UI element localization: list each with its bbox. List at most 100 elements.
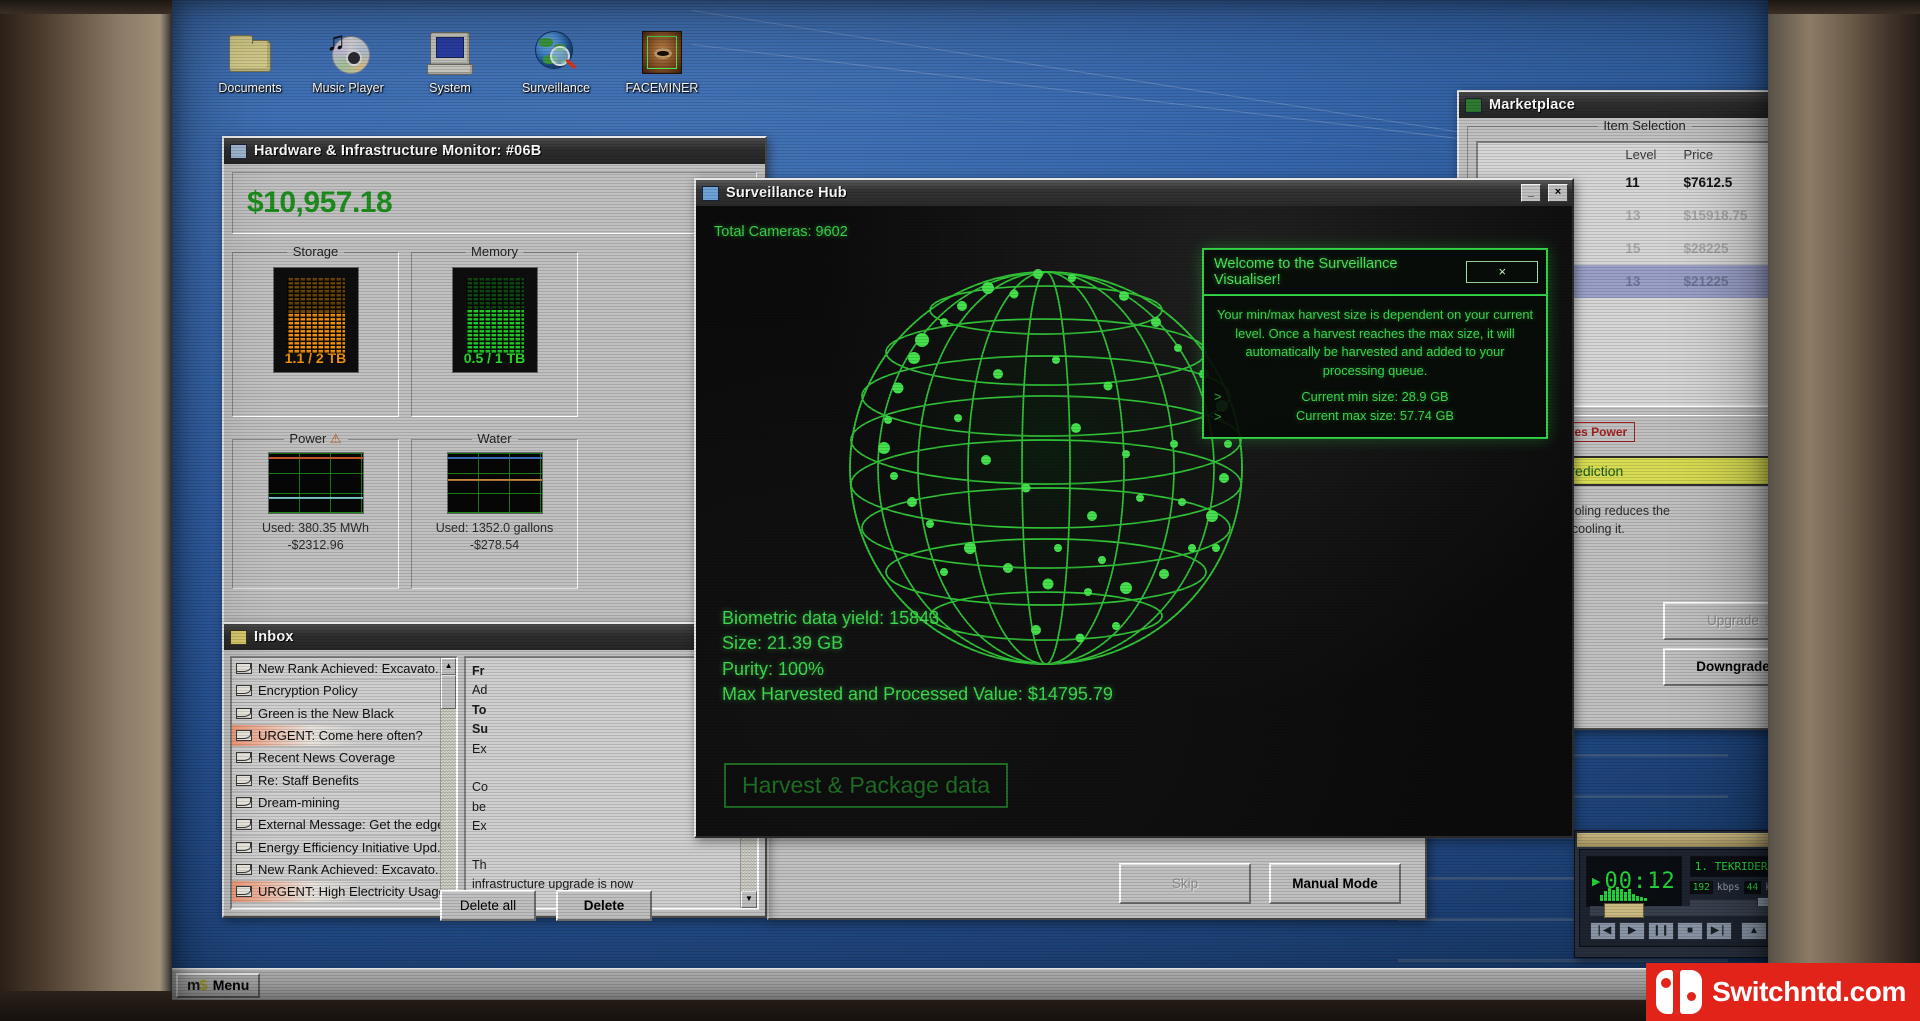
row-price: $28225 <box>1682 232 1768 265</box>
inbox-window[interactable]: Inbox New Rank Achieved: Excavato... Enc… <box>222 622 767 918</box>
list-item[interactable]: URGENT: High Electricity Usage <box>232 881 440 903</box>
mail-items: New Rank Achieved: Excavato... Encryptio… <box>232 658 440 908</box>
resource-row-1: Storage 1.1 / 2 TB Memory 0.5 / 1 TB <box>232 252 757 417</box>
desktop-icon-label: Documents <box>202 81 298 95</box>
mail-list[interactable]: New Rank Achieved: Excavato... Encryptio… <box>230 656 458 910</box>
inbox-icon <box>230 630 247 645</box>
list-item[interactable]: New Rank Achieved: Excavato... <box>232 859 440 881</box>
desktop-icon-surveillance[interactable]: Surveillance <box>508 30 604 95</box>
pause-button[interactable]: ❙❙ <box>1648 922 1674 940</box>
amp-transport-controls: ❘◀ ▶ ❙❙ ■ ▶❘ ▲ SHUFFLE REP <box>1590 922 1768 940</box>
delete-button[interactable]: Delete <box>556 890 652 921</box>
scroll-track[interactable] <box>441 709 456 891</box>
envelope-icon <box>236 797 252 808</box>
desktop-icon-documents[interactable]: Documents <box>202 30 298 95</box>
delete-all-button[interactable]: Delete all <box>440 890 536 921</box>
memory-label: Memory <box>465 244 524 259</box>
hardware-monitor-titlebar[interactable]: Hardware & Infrastructure Monitor: #06B <box>224 138 765 164</box>
stop-button[interactable]: ■ <box>1677 922 1703 940</box>
screenshot-root: Documents ♫ Music Player System Surveill… <box>0 0 1920 1021</box>
inbox-scrollbar[interactable]: ▲ ▼ <box>440 658 456 908</box>
previous-button[interactable]: ❘◀ <box>1590 922 1616 940</box>
music-player-titlebar[interactable]: _ ■ × <box>1577 833 1768 847</box>
scroll-thumb[interactable] <box>441 675 456 709</box>
warning-icon: ⚠ <box>330 431 342 446</box>
surveillance-hub-titlebar[interactable]: Surveillance Hub _ × <box>696 180 1572 206</box>
seek-slider[interactable] <box>1590 906 1768 916</box>
next-button[interactable]: ▶❘ <box>1706 922 1732 940</box>
amp-equalizer <box>1600 883 1768 901</box>
memory-value: 0.5 / 1 TB <box>453 350 537 366</box>
monitor-screen: Documents ♫ Music Player System Surveill… <box>172 0 1768 1000</box>
envelope-icon <box>236 775 252 786</box>
skip-button[interactable]: Skip <box>1119 863 1251 904</box>
eye-scan-icon <box>638 30 686 76</box>
desktop-icon-music-player[interactable]: ♫ Music Player <box>300 30 396 95</box>
mail-subject: Recent News Coverage <box>258 750 395 765</box>
stat-biometric-yield: Biometric data yield: 15843 <box>722 606 1113 632</box>
downgrade-button[interactable]: Downgrade ⇩ <box>1663 648 1768 686</box>
power-graph <box>268 452 364 514</box>
list-item[interactable]: URGENT: Come here often? <box>232 725 440 747</box>
close-button[interactable]: × <box>1548 184 1568 202</box>
list-item[interactable]: Dream-mining <box>232 792 440 814</box>
mail-subject: Encryption Policy <box>258 683 358 698</box>
manual-mode-button[interactable]: Manual Mode <box>1269 863 1401 904</box>
play-button[interactable]: ▶ <box>1619 922 1645 940</box>
field-address: Ad <box>472 683 487 697</box>
mail-subject: Re: Staff Benefits <box>258 773 359 788</box>
power-line-red <box>269 457 363 459</box>
row-level: 13 <box>1623 265 1681 298</box>
col-price: Price <box>1682 143 1768 166</box>
amp-track-title: 1. TEKRIDER - WORKLIFE <3:48> <box>1690 856 1768 877</box>
balance-bar: $10,957.18 Lev 175 <box>232 172 757 234</box>
music-player-window[interactable]: _ ■ × ▶ 00:12 1. TEKRIDER - WORKLIFE <3:… <box>1574 830 1768 958</box>
eject-button[interactable]: ▲ <box>1741 922 1767 940</box>
list-item[interactable]: External Message: Get the edge... <box>232 814 440 836</box>
welcome-dialog[interactable]: Welcome to the Surveillance Visualiser! … <box>1202 248 1548 439</box>
row-level: 13 <box>1623 199 1681 232</box>
field-from: Fr <box>472 664 485 678</box>
list-item[interactable]: Encryption Policy <box>232 680 440 702</box>
start-menu-button[interactable]: mm$$ Menu <box>176 973 260 998</box>
menu-label: Menu <box>213 977 250 993</box>
mail-subject: Energy Efficiency Initiative Upd... <box>258 840 440 855</box>
surveillance-hub-window[interactable]: Surveillance Hub _ × Total Cameras: 9602 <box>694 178 1574 838</box>
list-item[interactable]: Green is the New Black <box>232 703 440 725</box>
envelope-icon <box>236 663 252 674</box>
list-item[interactable]: Re: Staff Benefits <box>232 769 440 791</box>
caret-2: > <box>1214 407 1222 427</box>
monitor-icon <box>230 144 247 159</box>
row-level: 11 <box>1623 166 1681 199</box>
os-logo-icon: mm$$ <box>187 977 207 994</box>
minimize-button[interactable]: _ <box>1521 184 1541 202</box>
scroll-down-arrow[interactable]: ▼ <box>741 891 757 908</box>
marketplace-titlebar[interactable]: Marketplace 🔊 <box>1459 92 1768 118</box>
body-line-2: be <box>472 800 486 814</box>
table-header-row: Level Price <box>1478 143 1768 166</box>
memory-bars <box>466 278 524 354</box>
list-item[interactable]: New Rank Achieved: Excavato... <box>232 658 440 680</box>
hardware-monitor-body: $10,957.18 Lev 175 Storage 1.1 / 2 TB <box>224 164 765 624</box>
water-line-orange <box>448 479 542 481</box>
harvest-package-data-button[interactable]: Harvest & Package data <box>724 763 1008 808</box>
desktop-icon-faceminer[interactable]: FACEMINER <box>614 30 710 95</box>
upgrade-button[interactable]: Upgrade ⇧ <box>1663 602 1768 640</box>
desktop-icon-system[interactable]: System <box>402 30 498 95</box>
list-item[interactable]: Energy Efficiency Initiative Upd... <box>232 836 440 858</box>
cd-music-icon: ♫ <box>324 30 372 76</box>
storage-value: 1.1 / 2 TB <box>274 350 358 366</box>
welcome-paragraph: Your min/max harvest size is dependent o… <box>1214 306 1536 380</box>
list-item[interactable]: Recent News Coverage <box>232 747 440 769</box>
computer-icon <box>426 30 474 76</box>
mail-subject: Dream-mining <box>258 795 340 810</box>
scroll-up-arrow[interactable]: ▲ <box>441 658 456 675</box>
surveillance-hub-body: Total Cameras: 9602 <box>696 206 1572 836</box>
envelope-icon <box>236 886 252 897</box>
welcome-close-button[interactable]: × <box>1466 261 1538 283</box>
envelope-icon <box>236 752 252 763</box>
hardware-monitor-window[interactable]: Hardware & Infrastructure Monitor: #06B … <box>222 136 767 626</box>
row-price: $15918.75 <box>1682 199 1768 232</box>
inbox-titlebar[interactable]: Inbox <box>224 624 765 650</box>
stat-size: Size: 21.39 GB <box>722 631 1113 657</box>
